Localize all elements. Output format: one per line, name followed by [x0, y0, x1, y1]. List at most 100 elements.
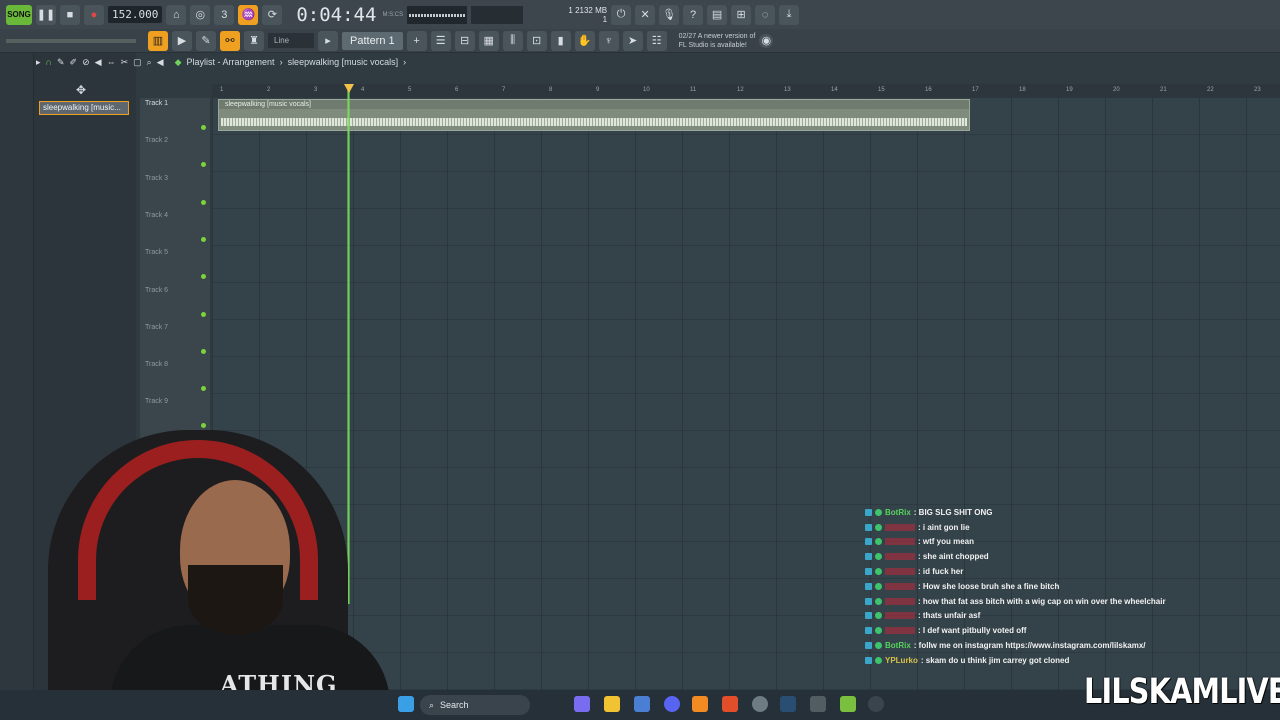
track-enable-icon[interactable]	[201, 348, 206, 354]
tempo-display[interactable]: 152.000	[108, 6, 163, 23]
wait-input-icon[interactable]: ◎	[190, 4, 211, 25]
track-label[interactable]: Track 9	[145, 398, 168, 405]
track-enable-icon[interactable]	[201, 236, 206, 242]
pattern-prev-icon[interactable]: ▸	[318, 30, 338, 51]
snap-icon[interactable]: ▥	[148, 30, 168, 51]
4k-icon[interactable]	[868, 696, 884, 712]
track-enable-icon[interactable]	[201, 311, 206, 317]
snap-mode-select[interactable]: Line	[268, 33, 314, 48]
pattern-add-icon[interactable]: +	[406, 30, 427, 51]
chat-message-text: : How she loose bruh she a fine bitch	[918, 581, 1060, 591]
magnet-icon[interactable]: ∩	[46, 57, 52, 67]
help-icon[interactable]: ?	[683, 4, 704, 25]
save-icon[interactable]: ▤	[707, 4, 728, 25]
ruler-tick-label: 19	[1066, 87, 1073, 93]
plugin-icon[interactable]: ▮	[550, 30, 571, 51]
audio-waveform	[221, 118, 967, 126]
chat-message-text: : i aint gon lie	[918, 522, 970, 532]
track-label[interactable]: Track 2	[145, 137, 168, 144]
blend-notes-icon[interactable]: ♒	[238, 4, 259, 25]
playlist-arrows-icon[interactable]: ◆	[175, 57, 182, 68]
chat-icon[interactable]: ◌	[755, 4, 776, 25]
steam-icon[interactable]	[780, 696, 796, 712]
track-label[interactable]: Track 4	[145, 212, 168, 219]
file-explorer-icon[interactable]	[604, 696, 620, 712]
track-enable-icon[interactable]	[201, 386, 206, 392]
paint-icon[interactable]: ✐	[70, 57, 78, 68]
track-enable-icon[interactable]	[201, 423, 206, 429]
master-volume-meter[interactable]	[471, 5, 524, 24]
news-line1: A newer version of	[697, 32, 756, 40]
layers-icon[interactable]	[840, 696, 856, 712]
track-enable-icon[interactable]	[201, 162, 206, 168]
track-label[interactable]: Track 1	[145, 100, 168, 107]
select-icon[interactable]: ▢	[133, 57, 142, 68]
news-icon[interactable]: ☷	[646, 30, 667, 51]
delete-icon[interactable]: ⊘	[82, 57, 90, 68]
move-icon[interactable]: ✥	[76, 83, 86, 97]
track-label[interactable]: Track 8	[145, 361, 168, 368]
song-time-display[interactable]: 0:04:44	[296, 4, 376, 26]
track-enable-icon[interactable]	[201, 125, 206, 130]
slip-icon[interactable]: ⇔	[107, 57, 116, 67]
mixer-icon[interactable]: ⊞	[731, 4, 752, 25]
loop-record-icon[interactable]: ⟳	[262, 4, 283, 25]
audio-clip[interactable]: sleepwalking [music vocals]	[218, 99, 970, 131]
chrome-icon[interactable]	[752, 696, 768, 712]
ruler-tick-label: 23	[1254, 87, 1261, 93]
playlist-window-icon[interactable]: ☰	[430, 30, 451, 51]
globe-icon[interactable]: ◉	[759, 33, 774, 48]
chat-badge-icon	[865, 656, 872, 664]
track-enable-icon[interactable]	[201, 274, 206, 280]
menu-arrow-icon[interactable]: ▸	[36, 57, 41, 68]
discord-icon[interactable]	[664, 696, 680, 712]
mute-icon[interactable]: ◀	[95, 57, 102, 68]
brave-icon[interactable]	[722, 696, 738, 712]
channel-rack-icon[interactable]: ▦	[478, 30, 499, 51]
zoom-icon[interactable]: ⌕	[147, 57, 152, 68]
piano-roll-icon[interactable]: ⊟	[454, 30, 475, 51]
pause-button[interactable]: ❚❚	[36, 4, 56, 25]
mixer-window-icon[interactable]: ⫼	[502, 30, 523, 51]
tuner-icon[interactable]: ♆	[598, 30, 619, 51]
fl-studio-icon[interactable]	[692, 696, 708, 712]
link-icon[interactable]: ⚯	[220, 30, 240, 51]
windows-start-icon[interactable]	[398, 696, 414, 712]
record-button[interactable]: ●	[84, 4, 104, 25]
countdown-icon[interactable]: 3	[214, 4, 235, 25]
track-enable-icon[interactable]	[201, 199, 206, 205]
app-icon[interactable]	[810, 696, 826, 712]
playhead-marker-icon[interactable]	[344, 84, 354, 93]
track-label[interactable]: Track 6	[145, 287, 168, 294]
metronome-icon[interactable]: ⌂	[166, 4, 187, 25]
track-label[interactable]: Track 3	[145, 175, 168, 182]
browser-window-icon[interactable]: ⊡	[526, 30, 547, 51]
draw-icon[interactable]: ✎	[57, 57, 65, 68]
track-label[interactable]: Track 5	[145, 249, 168, 256]
taskbar-search[interactable]: ⌕ Search	[420, 695, 530, 715]
pencil-icon[interactable]: ✎	[196, 30, 216, 51]
chat-username	[885, 627, 915, 635]
panic-icon[interactable]: ✕	[635, 4, 656, 25]
store-icon[interactable]	[634, 696, 650, 712]
pattern-selector[interactable]: Pattern 1	[342, 31, 403, 50]
song-mode-toggle[interactable]: SONG	[6, 4, 32, 25]
channel-item-selected[interactable]: sleepwalking [music...	[39, 101, 129, 115]
undo-icon[interactable]: ⏻	[611, 4, 632, 25]
master-pitch-slider[interactable]	[6, 38, 136, 43]
playback-icon[interactable]: ◀	[157, 57, 164, 68]
copilot-icon[interactable]	[574, 696, 590, 712]
track-label[interactable]: Track 7	[145, 324, 168, 331]
news-panel[interactable]: 02/27 A newer version of FL Studio is av…	[679, 32, 756, 50]
send-icon[interactable]: ➤	[622, 30, 643, 51]
chat-username	[885, 553, 915, 561]
timeline-ruler[interactable]: 1 2 3 4 5 6 7 8 9 10 11 12 13 14 15 16 17 18 19 20 21 22 23	[212, 84, 1280, 98]
download-icon[interactable]: ⤓	[779, 4, 800, 25]
touch-controller-icon[interactable]: ✋	[574, 30, 595, 51]
chat-message-text: : thats unfair asf	[918, 611, 981, 621]
mic-icon[interactable]: 🎙	[659, 4, 680, 25]
stamp-icon[interactable]: ♜	[244, 30, 264, 51]
stop-button[interactable]: ■	[60, 4, 80, 25]
arrow-icon[interactable]: ▶	[172, 30, 192, 51]
slice-icon[interactable]: ✂	[121, 57, 129, 68]
